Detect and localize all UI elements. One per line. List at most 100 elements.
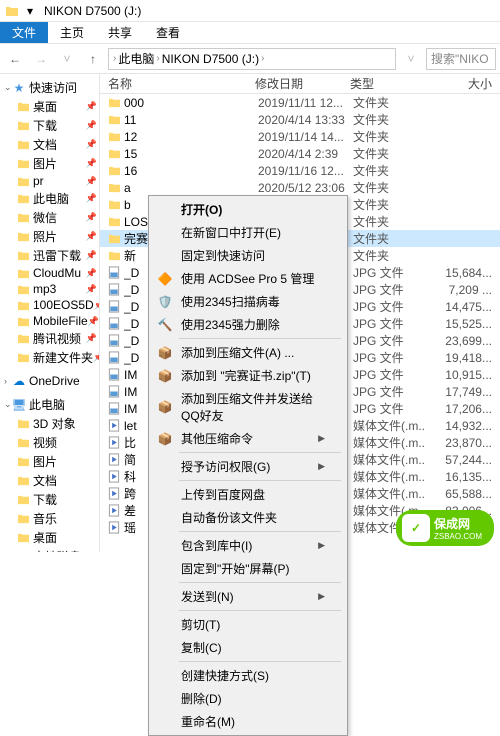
ctx-scan[interactable]: 🛡️使用2345扫描病毒	[151, 290, 345, 313]
breadcrumb-pc[interactable]: 此电脑	[118, 50, 154, 67]
chevron-icon: ›	[156, 53, 159, 64]
tree-item[interactable]: 图片	[0, 452, 99, 471]
shield-icon: 🛡️	[157, 294, 173, 310]
ctx-baidu[interactable]: 上传到百度网盘	[151, 483, 345, 506]
up-button[interactable]: ↑	[82, 48, 104, 70]
folder-icon	[16, 436, 30, 450]
ctx-add-archive[interactable]: 📦添加到压缩文件(A) ...	[151, 341, 345, 364]
file-row[interactable]: 0002019/11/11 12...文件夹	[100, 94, 500, 111]
tree-thispc[interactable]: ⌄🖥此电脑	[0, 395, 99, 414]
ctx-pin-quick[interactable]: 固定到快速访问	[151, 244, 345, 267]
tree-item[interactable]: 迅雷下载📌	[0, 246, 99, 265]
tree-item[interactable]: 文档	[0, 471, 99, 490]
back-button[interactable]: ←	[4, 48, 26, 70]
tree-item[interactable]: 3D 对象	[0, 414, 99, 433]
tree-item[interactable]: MobileFile📌	[0, 313, 99, 329]
tree-drive[interactable]: 本地磁盘 (C	[0, 547, 99, 552]
media-icon	[106, 504, 122, 518]
tree-item[interactable]: 腾讯视频📌	[0, 329, 99, 348]
watermark-sub: ZSBAO.COM	[434, 532, 482, 541]
folder-icon	[106, 147, 122, 161]
window-title: NIKON D7500 (J:)	[44, 4, 141, 18]
media-icon	[106, 521, 122, 535]
tree-quick-access[interactable]: ⌄★快速访问	[0, 78, 99, 97]
ctx-autobackup[interactable]: 自动备份该文件夹	[151, 506, 345, 529]
ctx-cut[interactable]: 剪切(T)	[151, 613, 345, 636]
col-size[interactable]: 大小	[422, 75, 500, 92]
ctx-open[interactable]: 打开(O)	[151, 198, 345, 221]
tree-item[interactable]: 音乐	[0, 509, 99, 528]
file-row[interactable]: 112020/4/14 13:33文件夹	[100, 111, 500, 128]
col-date[interactable]: 修改日期	[255, 75, 350, 92]
media-icon	[106, 419, 122, 433]
tree-item[interactable]: 视频	[0, 433, 99, 452]
breadcrumb-location[interactable]: NIKON D7500 (J:)	[162, 52, 259, 66]
ctx-shortcut[interactable]: 创建快捷方式(S)	[151, 664, 345, 687]
ctx-delete[interactable]: 删除(D)	[151, 687, 345, 710]
archive-icon: 📦	[157, 345, 173, 361]
tree-onedrive[interactable]: ›☁OneDrive	[0, 373, 99, 389]
search-input[interactable]: 搜索"NIKO	[426, 48, 496, 70]
ctx-other-zip[interactable]: 📦其他压缩命令▶	[151, 427, 345, 450]
tree-item[interactable]: 文档📌	[0, 135, 99, 154]
col-type[interactable]: 类型	[350, 75, 422, 92]
ctx-sendto[interactable]: 发送到(N)▶	[151, 585, 345, 608]
tree-item[interactable]: 下载📌	[0, 116, 99, 135]
tree-item[interactable]: 桌面	[0, 528, 99, 547]
forward-button: →	[30, 48, 52, 70]
folder-icon	[16, 100, 30, 114]
tree-item[interactable]: mp3📌	[0, 281, 99, 297]
ctx-library[interactable]: 包含到库中(I)▶	[151, 534, 345, 557]
context-menu: 打开(O) 在新窗口中打开(E) 固定到快速访问 🔶使用 ACDSee Pro …	[148, 195, 348, 736]
tab-home[interactable]: 主页	[48, 22, 96, 43]
ctx-copy[interactable]: 复制(C)	[151, 636, 345, 659]
folder-icon	[16, 266, 30, 280]
folder-icon	[106, 164, 122, 178]
ctx-pin-start[interactable]: 固定到"开始"屏幕(P)	[151, 557, 345, 580]
chevron-right-icon: ▶	[318, 461, 325, 472]
col-name[interactable]: 名称	[100, 75, 255, 92]
tree-item[interactable]: 照片📌	[0, 227, 99, 246]
archive-icon: 📦	[157, 431, 173, 447]
ctx-acdsee[interactable]: 🔶使用 ACDSee Pro 5 管理	[151, 267, 345, 290]
folder-icon	[16, 351, 30, 365]
tree-item[interactable]: 此电脑📌	[0, 189, 99, 208]
tree-item[interactable]: 图片📌	[0, 154, 99, 173]
tab-file[interactable]: 文件	[0, 22, 48, 43]
chevron-right-icon: ▶	[318, 540, 325, 551]
tree-item[interactable]: CloudMu📌	[0, 265, 99, 281]
tree-item[interactable]: 桌面📌	[0, 97, 99, 116]
ctx-new-window[interactable]: 在新窗口中打开(E)	[151, 221, 345, 244]
file-row[interactable]: 152020/4/14 2:39文件夹	[100, 145, 500, 162]
ctx-add-qq[interactable]: 📦添加到压缩文件并发送给QQ好友	[151, 387, 345, 427]
tab-view[interactable]: 查看	[144, 22, 192, 43]
folder-icon	[16, 417, 30, 431]
separator	[179, 531, 341, 532]
separator	[179, 582, 341, 583]
history-dropdown[interactable]: ˅	[400, 48, 422, 70]
folder-icon	[16, 249, 30, 263]
folder-icon	[106, 130, 122, 144]
separator	[179, 610, 341, 611]
ctx-access[interactable]: 授予访问权限(G)▶	[151, 455, 345, 478]
tab-share[interactable]: 共享	[96, 22, 144, 43]
tree-item[interactable]: pr📌	[0, 173, 99, 189]
file-row[interactable]: a2020/5/12 23:06文件夹	[100, 179, 500, 196]
tree-item[interactable]: 下载	[0, 490, 99, 509]
separator	[179, 338, 341, 339]
folder-icon	[106, 96, 122, 110]
tree-item[interactable]: 微信📌	[0, 208, 99, 227]
watermark-icon: ✓	[402, 514, 430, 542]
chevron-icon: ›	[113, 53, 116, 64]
ctx-rename[interactable]: 重命名(M)	[151, 710, 345, 733]
tree-item[interactable]: 100EOS5D📌	[0, 297, 99, 313]
tree-item[interactable]: 新建文件夹📌	[0, 348, 99, 367]
dropdown-icon[interactable]: ▾	[22, 3, 38, 19]
file-row[interactable]: 162019/11/16 12...文件夹	[100, 162, 500, 179]
folder-icon	[16, 332, 30, 346]
recent-dropdown[interactable]: ˅	[56, 48, 78, 70]
ctx-2345-delete[interactable]: 🔨使用2345强力删除	[151, 313, 345, 336]
ctx-add-zip[interactable]: 📦添加到 "完赛证书.zip"(T)	[151, 364, 345, 387]
breadcrumb[interactable]: › 此电脑 › NIKON D7500 (J:) ›	[108, 48, 396, 70]
file-row[interactable]: 122019/11/14 14...文件夹	[100, 128, 500, 145]
